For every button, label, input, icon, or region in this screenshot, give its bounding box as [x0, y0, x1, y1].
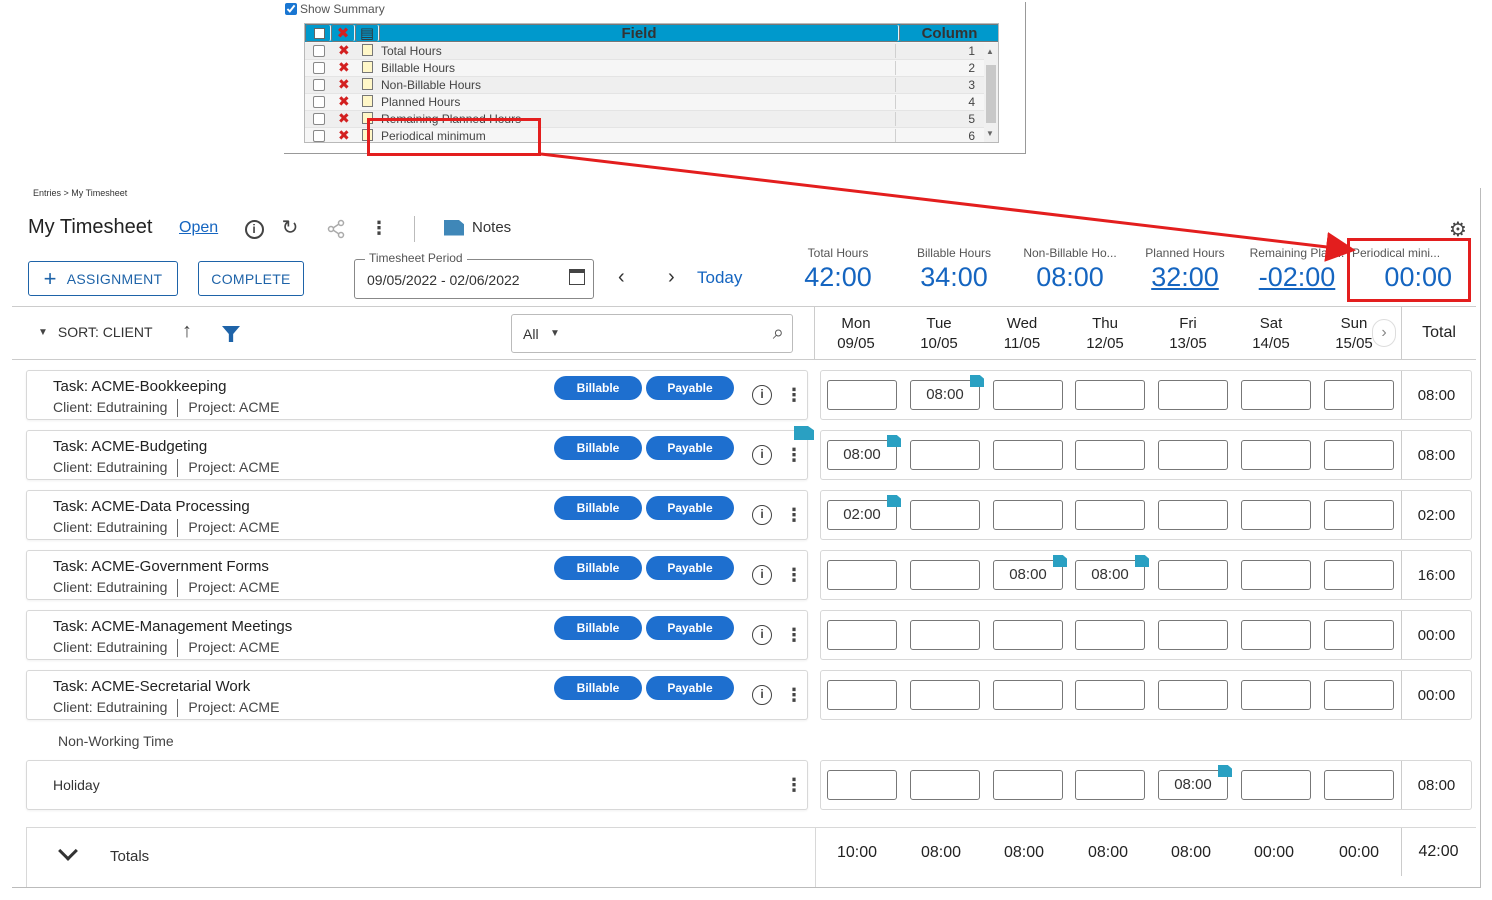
callout-arrow	[540, 152, 1356, 262]
